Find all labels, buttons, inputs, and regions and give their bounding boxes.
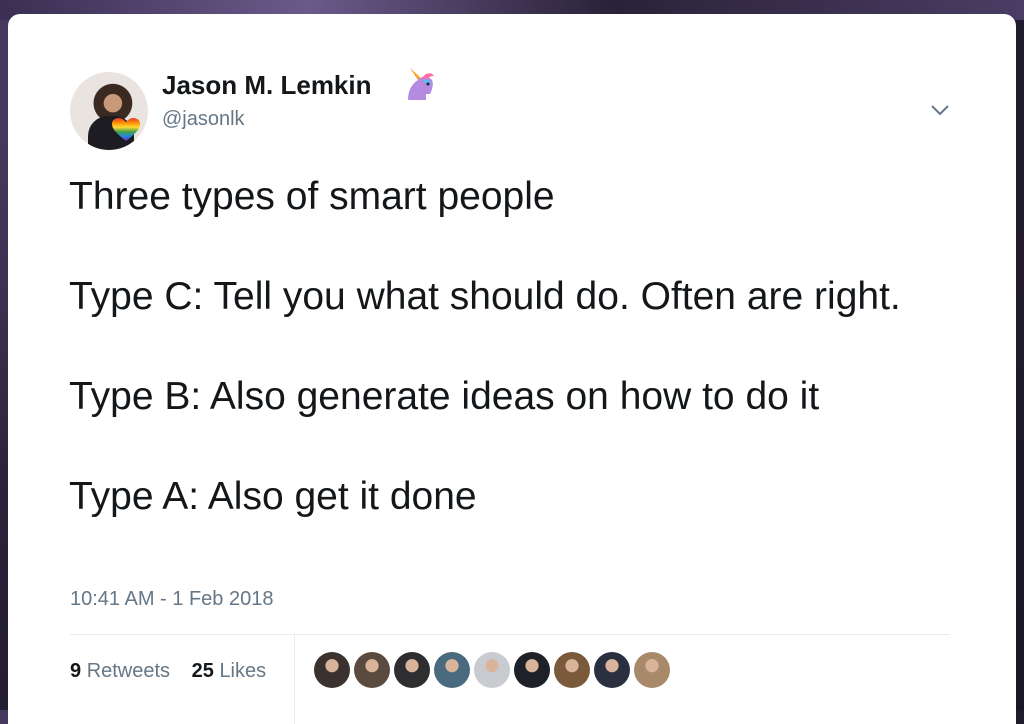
- liker-avatar[interactable]: [354, 652, 390, 688]
- likes-count: 25: [191, 660, 214, 682]
- likes-stat[interactable]: 25 Likes: [192, 660, 267, 682]
- retweets-count: 9: [70, 660, 82, 682]
- liker-avatar[interactable]: [554, 652, 590, 688]
- liker-avatar[interactable]: [474, 652, 510, 688]
- tweet-timestamp[interactable]: 10:41 AM - 1 Feb 2018: [70, 588, 273, 611]
- tweet-card: Jason M. Lemkin @jasonlk Three types of …: [8, 14, 1016, 724]
- liker-avatar[interactable]: [514, 652, 550, 688]
- retweets-label: Retweets: [86, 660, 171, 682]
- rainbow-heart-icon: [112, 118, 140, 141]
- tweet-text: Three types of smart people Type C: Tell…: [69, 175, 901, 518]
- author-handle[interactable]: @jasonlk: [162, 108, 245, 131]
- unicorn-icon: [408, 68, 434, 100]
- avatar[interactable]: [70, 72, 148, 150]
- liker-avatar[interactable]: [594, 652, 630, 688]
- likes-label: Likes: [219, 660, 267, 682]
- author-name[interactable]: Jason M. Lemkin: [162, 70, 372, 101]
- divider: [70, 634, 950, 635]
- liker-avatars: [314, 652, 674, 688]
- liker-avatar[interactable]: [314, 652, 350, 688]
- engagement-stats: 9 Retweets 25 Likes: [70, 660, 282, 683]
- liker-avatar[interactable]: [434, 652, 470, 688]
- chevron-down-icon[interactable]: [928, 98, 952, 122]
- liker-avatar[interactable]: [634, 652, 670, 688]
- retweets-stat[interactable]: 9 Retweets: [70, 660, 170, 682]
- liker-avatar[interactable]: [394, 652, 430, 688]
- stats-separator: [294, 634, 295, 724]
